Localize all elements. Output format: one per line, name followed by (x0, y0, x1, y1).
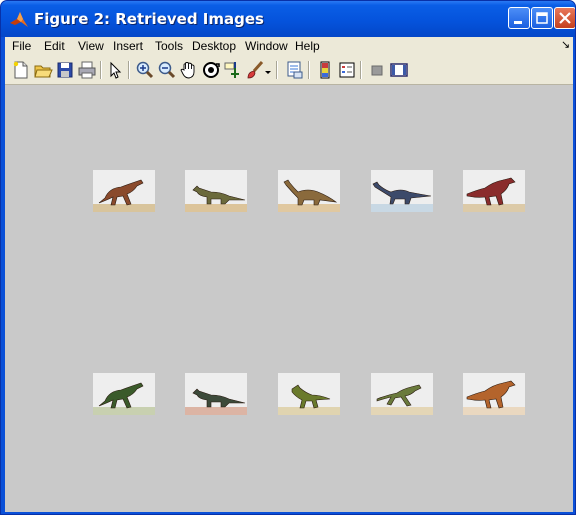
dinosaur-silhouette (98, 179, 144, 206)
dinosaur-image-7 (185, 373, 247, 415)
title-bar[interactable]: Figure 2: Retrieved Images (1, 1, 575, 37)
menu-desktop[interactable]: Desktop (192, 39, 236, 53)
menu-window[interactable]: Window (245, 39, 288, 53)
dinosaur-silhouette (376, 384, 422, 407)
minimize-button[interactable] (508, 7, 530, 29)
save-icon (57, 62, 73, 78)
dinosaur-figure (192, 388, 246, 408)
dinosaur-image-6 (93, 373, 155, 415)
menu-edit[interactable]: Edit (44, 39, 65, 53)
print-icon (78, 61, 96, 79)
zoom-in-icon (136, 61, 154, 79)
brush-button[interactable] (245, 60, 265, 80)
new-figure-icon (13, 61, 28, 79)
toolbar-separator (100, 61, 102, 79)
chevron-down-icon (265, 71, 271, 74)
menu-file[interactable]: File (12, 39, 31, 53)
select-arrow-icon (110, 61, 122, 79)
dinosaur-silhouette (291, 384, 331, 409)
show-plot-tools-icon (390, 63, 408, 77)
menu-dock-arrow-icon[interactable]: ↘ (561, 38, 570, 51)
dinosaur-figure (192, 185, 246, 205)
hide-plot-tools-button[interactable] (367, 60, 387, 80)
dinosaur-figure (98, 179, 144, 206)
dinosaur-silhouette (192, 388, 246, 408)
legend-icon (339, 62, 355, 78)
brush-icon (247, 61, 264, 79)
dinosaur-figure (466, 177, 516, 206)
dinosaur-silhouette (466, 380, 516, 409)
dinosaur-silhouette (98, 382, 144, 409)
select-arrow-button[interactable] (105, 60, 125, 80)
close-button[interactable] (554, 7, 575, 29)
data-cursor-button[interactable] (223, 60, 243, 80)
rotate-3d-icon (203, 62, 220, 78)
figure-canvas (5, 85, 573, 512)
figure-window: Figure 2: Retrieved Images File Edit Vie… (0, 0, 576, 515)
link-plot-button[interactable] (285, 60, 305, 80)
menu-bar: File Edit View Insert Tools Desktop Wind… (5, 37, 573, 56)
dinosaur-image-9 (371, 373, 433, 415)
dinosaur-figure (376, 384, 422, 407)
pan-button[interactable] (179, 60, 199, 80)
minimize-icon (514, 21, 522, 24)
dinosaur-image-8 (278, 373, 340, 415)
maximize-icon (536, 12, 548, 24)
dinosaur-image-1 (93, 170, 155, 212)
zoom-out-button[interactable] (157, 60, 177, 80)
dinosaur-image-3 (278, 170, 340, 212)
brush-dropdown-button[interactable] (264, 60, 272, 80)
colorbar-icon (320, 61, 330, 79)
dinosaur-silhouette (192, 185, 246, 205)
menu-insert[interactable]: Insert (113, 39, 143, 53)
toolbar-separator (360, 61, 362, 79)
dinosaur-silhouette (372, 181, 432, 205)
toolbar-separator (308, 61, 310, 79)
window-title: Figure 2: Retrieved Images (34, 10, 264, 28)
new-figure-button[interactable] (11, 60, 31, 80)
dinosaur-figure (283, 179, 338, 206)
figure-toolbar (5, 56, 573, 85)
hide-plot-tools-icon (371, 65, 383, 76)
save-button[interactable] (55, 60, 75, 80)
dinosaur-image-2 (185, 170, 247, 212)
pan-icon (180, 62, 195, 79)
dinosaur-image-5 (463, 170, 525, 212)
dinosaur-figure (372, 181, 432, 205)
menu-help[interactable]: Help (295, 39, 320, 53)
open-file-icon (34, 65, 53, 78)
legend-button[interactable] (337, 60, 357, 80)
toolbar-separator (128, 61, 130, 79)
zoom-in-button[interactable] (135, 60, 155, 80)
open-file-button[interactable] (33, 60, 53, 80)
print-button[interactable] (77, 60, 97, 80)
link-icon (287, 61, 303, 79)
close-icon (559, 12, 571, 24)
colorbar-button[interactable] (315, 60, 335, 80)
dinosaur-image-4 (371, 170, 433, 212)
show-plot-tools-button[interactable] (389, 60, 409, 80)
dinosaur-image-10 (463, 373, 525, 415)
zoom-out-icon (158, 61, 176, 79)
menu-tools[interactable]: Tools (155, 39, 183, 53)
toolbar-separator (276, 61, 278, 79)
matlab-logo-icon (10, 12, 28, 27)
dinosaur-silhouette (466, 177, 516, 206)
rotate-3d-button[interactable] (201, 60, 221, 80)
data-cursor-icon (224, 62, 239, 78)
dinosaur-figure (466, 380, 516, 409)
dinosaur-figure (98, 382, 144, 409)
dinosaur-figure (291, 384, 331, 409)
maximize-button[interactable] (531, 7, 553, 29)
menu-view[interactable]: View (78, 39, 104, 53)
dinosaur-silhouette (283, 179, 338, 206)
